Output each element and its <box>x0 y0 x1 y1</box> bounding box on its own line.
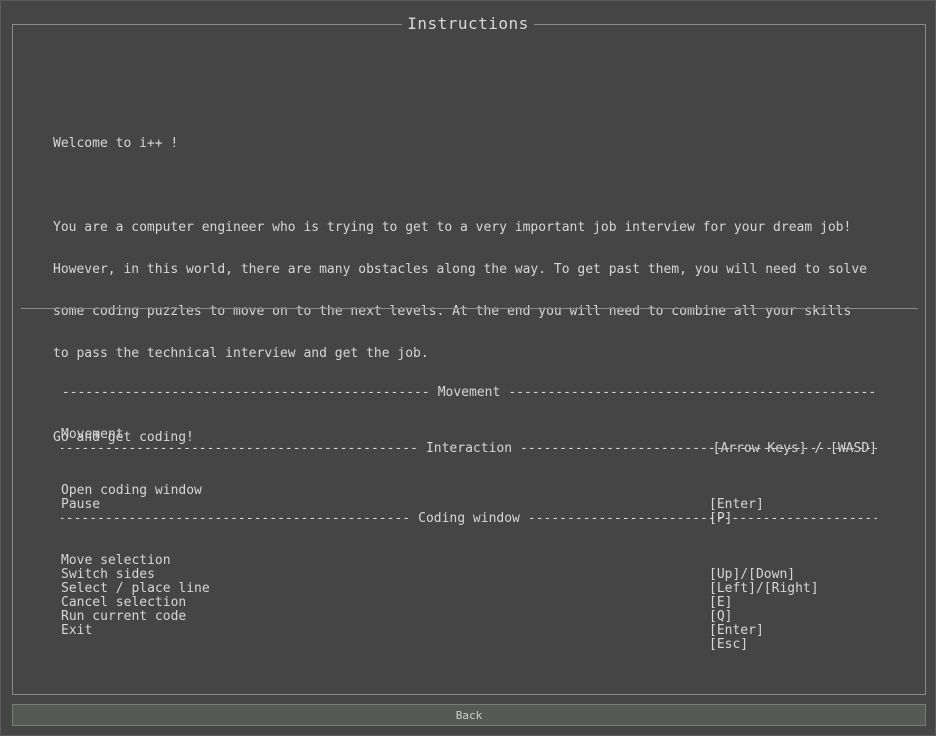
intro-line: However, in this world, there are many o… <box>53 262 867 277</box>
control-keys: [Enter] <box>709 623 764 638</box>
intro-line: You are a computer engineer who is tryin… <box>53 220 852 235</box>
section-title: Coding window <box>418 511 520 526</box>
control-keys: [Arrow Keys] / [WASD] <box>712 441 877 456</box>
dash-rule: ----------------------------------------… <box>61 512 411 526</box>
control-row: Cancel selection [Q] <box>61 582 877 624</box>
dash-rule: ----------------------------------------… <box>61 386 430 400</box>
instructions-window: Instructions Welcome to i++ ! You are a … <box>0 0 936 736</box>
control-row: Open coding window [Enter] <box>61 470 877 512</box>
back-button[interactable]: Back <box>12 704 926 726</box>
dash-rule: ----------------------------------------… <box>508 386 877 400</box>
section-title: Movement <box>437 385 501 400</box>
dash-rule: ----------------------------------------… <box>61 442 418 456</box>
control-action: Pause <box>61 497 101 512</box>
control-row: Exit [Esc] <box>61 610 877 652</box>
intro-line: to pass the technical interview and get … <box>53 346 429 361</box>
control-keys: [Enter] <box>709 497 764 512</box>
control-row: Move selection [Up]/[Down] <box>61 540 877 582</box>
welcome-line: Welcome to i++ ! <box>53 136 179 151</box>
control-keys: [Esc] <box>709 637 749 652</box>
section-header-coding-window: ----------------------------------------… <box>61 512 877 526</box>
section-header-movement: ----------------------------------------… <box>61 386 877 400</box>
section-divider <box>21 308 918 309</box>
frame-title-bar: Instructions <box>1 13 935 35</box>
control-row: Pause [P] <box>61 484 877 526</box>
control-action: Movement <box>61 427 124 442</box>
control-action: Exit <box>61 623 93 638</box>
window-title: Instructions <box>402 14 534 33</box>
section-title: Interaction <box>425 441 513 456</box>
control-row: Switch sides [Left]/[Right] <box>61 554 877 596</box>
dash-rule: ----------------------------------------… <box>527 512 877 526</box>
control-row: Movement [Arrow Keys] / [WASD] <box>61 414 877 456</box>
control-row: Select / place line [E] <box>61 568 877 610</box>
control-row: Run current code [Enter] <box>61 596 877 638</box>
control-keys: [P] <box>709 511 733 526</box>
controls-list: ----------------------------------------… <box>61 386 877 652</box>
